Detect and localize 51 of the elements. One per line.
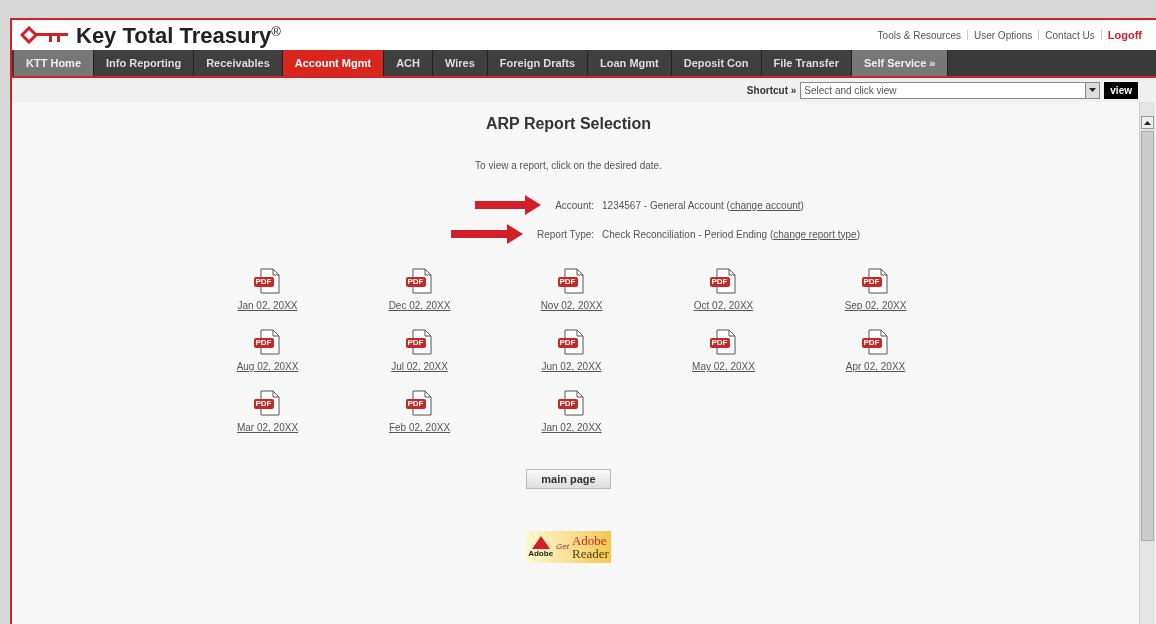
main-page-button[interactable]: main page (526, 469, 611, 489)
shortcut-select[interactable]: Select and click view (800, 81, 1101, 99)
header-link[interactable]: Tools & Resources (877, 27, 961, 43)
nav-tab[interactable]: File Transfer (761, 50, 852, 76)
report-date-link[interactable]: Apr 02, 20XX (845, 359, 906, 374)
nav-tab[interactable]: Receivables (194, 50, 283, 76)
logo-caption: Adobe (528, 549, 554, 558)
report-date-link[interactable]: Aug 02, 20XX (236, 359, 299, 374)
nav-tab[interactable]: Loan Mgmt (588, 50, 672, 76)
detail-value: 1234567 - General Account (change account) (602, 198, 805, 213)
badge-product: Reader (572, 547, 609, 560)
brand-title: Key Total Treasury$^{®}$ (76, 21, 281, 50)
key-logo-icon (20, 26, 70, 44)
nav-tab[interactable]: Self Service » (851, 50, 949, 76)
scroll-thumb[interactable] (1141, 131, 1154, 541)
report-date-link[interactable]: Oct 02, 20XX (693, 298, 754, 313)
page-title: ARP Report Selection (485, 114, 652, 134)
scrollbar[interactable] (1139, 102, 1155, 624)
view-button[interactable]: view (1104, 81, 1138, 99)
report-date-link[interactable]: Sep 02, 20XX (844, 298, 907, 313)
report-date-link[interactable]: Feb 02, 20XX (388, 420, 451, 435)
arrow-icon (475, 195, 542, 215)
nav-tab[interactable]: Account Mgmt (282, 50, 385, 76)
nav-tab[interactable]: Info Reporting (94, 50, 195, 76)
header-link[interactable]: User Options (973, 27, 1033, 43)
header-link[interactable]: Contact Us (1045, 27, 1095, 43)
nav-tab[interactable]: KTT Home (14, 50, 94, 76)
nav-tab[interactable]: Foreign Drafts (487, 50, 589, 76)
report-date-link[interactable]: Jul 02, 20XX (391, 359, 448, 374)
report-date-link[interactable]: Jan 02, 20XX (237, 298, 298, 313)
detail-label: Account: (555, 198, 595, 213)
badge-brand: Adobe (572, 534, 608, 547)
nav-tab[interactable]: Wires (433, 50, 488, 76)
report-date-link[interactable]: Mar 02, 20XX (236, 420, 299, 435)
badge-text: Get (556, 541, 569, 553)
change-link[interactable]: change report type (773, 228, 857, 240)
nav-tab[interactable]: Deposit Con (671, 50, 762, 76)
report-date-link[interactable]: Jan 02, 20XX (541, 420, 602, 435)
instruction-text: To view a report, click on the desired date. (475, 159, 662, 173)
report-date-link[interactable]: Nov 02, 20XX (540, 298, 603, 313)
nav-tab[interactable]: ACH (384, 50, 433, 76)
report-date-link[interactable]: Dec 02, 20XX (388, 298, 451, 313)
report-date-link[interactable]: May 02, 20XX (692, 359, 755, 374)
detail-label: Report Type: (537, 227, 595, 242)
shortcut-label: Shortcut » (746, 83, 797, 98)
dropdown-icon (1085, 82, 1100, 98)
logoff-link[interactable]: Logoff (1107, 26, 1142, 44)
arrow-icon (451, 224, 523, 244)
detail-value: Check Reconciliation - Period Ending (change report type) (602, 227, 860, 242)
report-date-link[interactable]: Jun 02, 20XX (541, 359, 602, 374)
adobe-logo-icon (531, 536, 550, 549)
